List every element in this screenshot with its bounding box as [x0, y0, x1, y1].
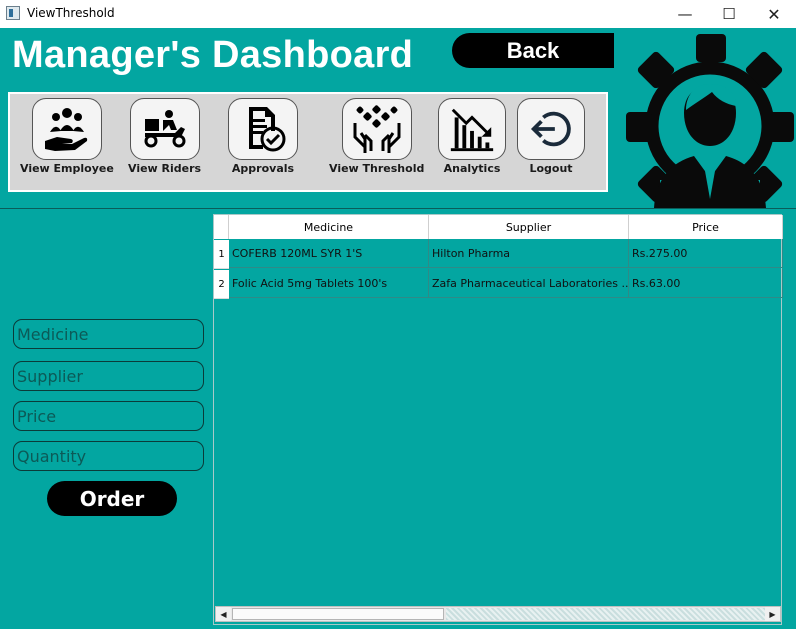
- logout-arrow-icon: [517, 98, 585, 160]
- table-header: Medicine Supplier Price: [214, 215, 783, 239]
- cell-price[interactable]: Rs.275.00: [629, 239, 783, 268]
- nav-label: View Employee: [20, 162, 114, 175]
- nav-analytics[interactable]: Analytics: [438, 98, 506, 175]
- page-title: Manager's Dashboard: [12, 34, 414, 76]
- maximize-button[interactable]: ☐: [706, 0, 752, 28]
- cell-price[interactable]: Rs.63.00: [629, 269, 783, 298]
- row-number: 2: [214, 270, 229, 299]
- price-input[interactable]: [13, 401, 204, 431]
- app-icon: [6, 6, 20, 20]
- nav-label: Logout: [529, 162, 573, 175]
- hands-pills-icon: [341, 98, 412, 160]
- cell-supplier[interactable]: Hilton Pharma: [429, 239, 629, 268]
- cell-supplier[interactable]: Zafa Pharmaceutical Laboratories ...: [429, 269, 629, 298]
- manager-gear-logo: [626, 34, 794, 208]
- scroll-left-arrow-icon[interactable]: ◀: [216, 607, 231, 621]
- delivery-rider-icon: [129, 98, 200, 160]
- header-divider: [0, 208, 796, 209]
- nav-view-employee[interactable]: View Employee: [20, 98, 114, 175]
- nav-view-threshold[interactable]: View Threshold: [329, 98, 424, 175]
- declining-chart-icon: [438, 98, 506, 160]
- cell-medicine[interactable]: Folic Acid 5mg Tablets 100's: [229, 269, 429, 298]
- column-header-price[interactable]: Price: [629, 215, 783, 239]
- minimize-button[interactable]: —: [662, 0, 708, 28]
- nav-label: Approvals: [231, 162, 295, 175]
- back-button[interactable]: Back: [452, 33, 614, 68]
- medicine-input[interactable]: [13, 319, 204, 349]
- column-header-supplier[interactable]: Supplier: [429, 215, 629, 239]
- approval-document-icon: [228, 98, 298, 160]
- nav-label: View Riders: [128, 162, 202, 175]
- nav-logout[interactable]: Logout: [517, 98, 585, 175]
- scrollbar-track[interactable]: [446, 608, 766, 620]
- nav-view-riders[interactable]: View Riders: [128, 98, 201, 175]
- window-titlebar: ViewThreshold — ☐ ✕: [0, 0, 796, 28]
- row-number: 1: [214, 240, 229, 269]
- nav-label: View Threshold: [329, 162, 425, 175]
- cell-medicine[interactable]: COFERB 120ML SYR 1'S: [229, 239, 429, 268]
- window-title: ViewThreshold: [27, 6, 115, 20]
- row-number-header: [214, 215, 229, 239]
- employees-hand-icon: [31, 98, 102, 160]
- supplier-input[interactable]: [13, 361, 204, 391]
- horizontal-scrollbar[interactable]: ◀ ▶: [215, 606, 781, 622]
- nav-approvals[interactable]: Approvals: [228, 98, 298, 175]
- scroll-right-arrow-icon[interactable]: ▶: [765, 607, 780, 621]
- close-button[interactable]: ✕: [751, 0, 796, 28]
- threshold-table: Medicine Supplier Price 1 COFERB 120ML S…: [213, 214, 783, 625]
- scrollbar-thumb[interactable]: [232, 608, 444, 620]
- nav-panel: View Employee View Riders Approvals View…: [8, 92, 608, 192]
- column-header-medicine[interactable]: Medicine: [229, 215, 429, 239]
- quantity-input[interactable]: [13, 441, 204, 471]
- order-button[interactable]: Order: [47, 481, 177, 516]
- nav-label: Analytics: [443, 162, 501, 175]
